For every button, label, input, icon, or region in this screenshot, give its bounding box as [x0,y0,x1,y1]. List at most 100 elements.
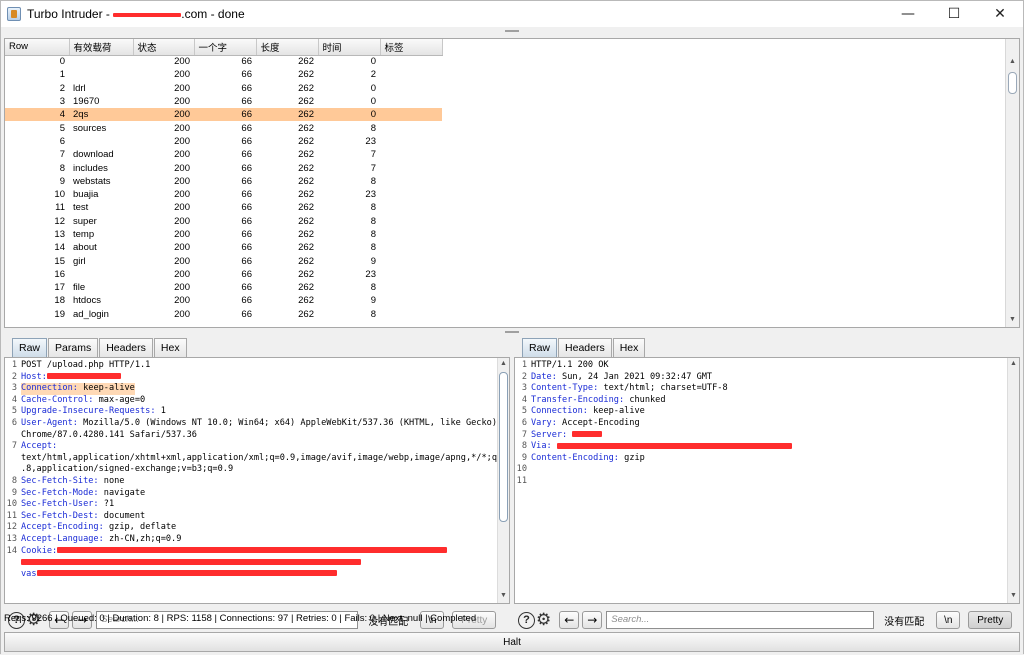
table-cell: 66 [241,215,252,227]
scroll-down-arrow-icon[interactable]: ▼ [1008,315,1017,325]
minimize-button[interactable]: — [885,1,931,27]
content-area: Row 有效载荷 状态 一个字 长度 时间 标签 0 200 66 262 0 1 200 66 262 2 2… [1,27,1023,655]
tab-hex[interactable]: Hex [153,338,187,357]
table-cell: 200 [174,229,190,240]
code-line: 5 Connection: keep-alive [515,406,792,418]
column-header[interactable]: 状态 [133,39,195,56]
table-row[interactable]: 8 includes 200 66 262 7 [5,161,442,174]
header-value: navigate [98,487,146,498]
scroll-up-arrow-icon[interactable]: ▲ [1008,57,1017,67]
tab-raw[interactable]: Raw [12,338,48,357]
column-header[interactable]: 时间 [318,39,381,56]
gear-icon[interactable]: ⚙ [536,610,551,630]
table-cell: 262 [298,202,314,214]
redacted-value [21,558,361,565]
scroll-up-arrow-icon[interactable]: ▲ [499,359,508,369]
line-content: Accept: [21,441,57,453]
line-content: Sec-Fetch-Site: none [21,476,124,488]
line-number: 8 [11,475,17,486]
halt-button[interactable]: Halt [4,632,1020,652]
column-header[interactable]: 有效载荷 [69,39,134,56]
help-icon[interactable]: ? [518,611,535,629]
redacted-value [572,431,603,438]
table-cell [380,268,442,281]
tab-raw[interactable]: Raw [522,338,558,357]
tab-headers[interactable]: Headers [99,338,153,357]
code-line: 6 Vary: Accept-Encoding [515,418,792,430]
table-row[interactable]: 14 about 200 66 262 8 [5,241,442,254]
table-row[interactable]: 16 200 66 262 23 [5,268,442,281]
table-row[interactable]: 5 sources 200 66 262 8 [5,121,442,134]
table-cell: 13 [54,229,65,240]
header-name: Sec-Fetch-Dest: [21,510,99,521]
table-row[interactable]: 19 ad_login 200 66 262 8 [5,308,442,321]
table-row[interactable]: 1 200 66 262 2 [5,68,442,81]
table-scroll-thumb[interactable] [1008,72,1017,94]
line-content [21,557,361,569]
tab-headers[interactable]: Headers [558,338,612,357]
table-row[interactable]: 11 test 200 66 262 8 [5,201,442,214]
column-header[interactable]: 长度 [256,39,319,56]
table-row[interactable]: 4 2qs 200 66 262 0 [5,108,442,122]
maximize-button[interactable]: ☐ [931,1,977,27]
table-row[interactable]: 9 webstats 200 66 262 8 [5,175,442,188]
table-cell: 2 [370,69,376,81]
table-row[interactable]: 10 buajia 200 66 262 23 [5,188,442,201]
table-cell: ldrl [73,82,86,94]
response-search-input[interactable]: Search... [606,611,875,629]
table-row[interactable]: 12 super 200 66 262 8 [5,215,442,228]
table-cell [380,55,442,68]
java-app-icon [7,7,21,21]
table-cell: 3 [59,96,65,108]
scroll-down-arrow-icon[interactable]: ▼ [1009,591,1018,601]
header-value: 1 [155,406,166,417]
table-row[interactable]: 17 file 200 66 262 8 [5,281,442,294]
table-cell: 8 [370,308,376,320]
table-row[interactable]: 7 download 200 66 262 7 [5,148,442,161]
table-cell [380,68,442,81]
scroll-up-arrow-icon[interactable]: ▲ [1009,359,1018,369]
table-row[interactable]: 13 temp 200 66 262 8 [5,228,442,241]
close-button[interactable]: ✕ [977,1,1023,27]
next-match-button[interactable]: → [582,611,603,629]
code-line: 4 Cache-Control: max-age=0 [5,395,507,407]
table-cell: 66 [241,202,252,214]
response-newline-button[interactable]: \n [936,611,961,629]
title-prefix: Turbo Intruder - [27,7,114,21]
table-row[interactable]: 0 200 66 262 0 [5,55,442,68]
table-cell: download [73,149,114,161]
response-pretty-button[interactable]: Pretty [968,611,1013,629]
prev-match-button[interactable]: ← [559,611,580,629]
table-cell: 66 [241,308,252,320]
request-scrollbar[interactable]: ▲ ▼ [497,358,509,603]
column-header[interactable]: Row [5,39,70,56]
response-scrollbar[interactable]: ▲ ▼ [1007,358,1019,603]
tab-hex[interactable]: Hex [612,338,646,357]
response-lines: 1 HTTP/1.1 200 OK 2 Date: Sun, 24 Jan 2021 … [515,360,792,488]
request-editor[interactable]: 1 POST /upload.php HTTP/1.1 2 Host: 3 Connect… [4,357,510,604]
response-editor[interactable]: 1 HTTP/1.1 200 OK 2 Date: Sun, 24 Jan 2021 … [514,357,1020,604]
table-cell: 200 [174,69,190,81]
line-number: 6 [11,417,17,428]
request-lines: 1 POST /upload.php HTTP/1.1 2 Host: 3 Connect… [5,360,508,581]
table-row[interactable]: 18 htdocs 200 66 262 9 [5,294,442,307]
header-value: gzip [618,452,645,463]
table-cell: 262 [298,295,314,307]
top-split-grip[interactable] [1,28,1023,34]
table-vertical-scrollbar[interactable]: ▲ ▼ [1005,39,1019,327]
line-number: 7 [521,429,527,440]
column-header[interactable]: 一个字 [194,39,257,56]
code-line: vas [5,569,507,581]
table-row[interactable]: 15 girl 200 66 262 9 [5,254,442,267]
scroll-down-arrow-icon[interactable]: ▼ [499,591,508,601]
table-cell: 200 [174,175,190,187]
code-line: 11 Sec-Fetch-Dest: document [5,511,507,523]
tab-params[interactable]: Params [48,338,99,357]
request-scroll-thumb[interactable] [499,372,508,522]
column-header[interactable]: 标签 [380,39,443,56]
table-row[interactable]: 6 200 66 262 23 [5,135,442,148]
table-row[interactable]: 3 19670 200 66 262 0 [5,95,442,108]
middle-split-grip[interactable] [1,329,1023,335]
table-cell: 0 [370,56,376,68]
table-row[interactable]: 2 ldrl 200 66 262 0 [5,82,442,95]
